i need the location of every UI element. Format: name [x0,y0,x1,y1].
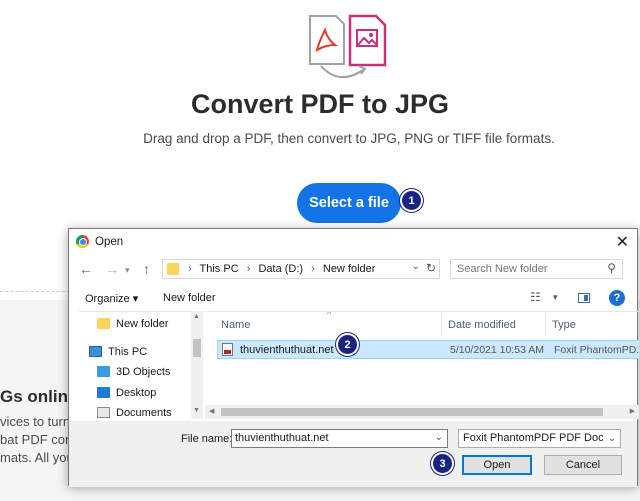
breadcrumb-this-pc[interactable]: This PC [200,263,239,275]
chevron-right-icon: › [246,263,251,275]
scroll-left-icon[interactable]: ◀ [209,407,214,415]
nav-item-desktop[interactable]: Desktop [97,387,156,399]
background-text-line: mats. All you [0,450,74,465]
chevron-down-icon[interactable]: ▾ [553,292,558,303]
folder-icon [97,318,110,329]
nav-item-label: Desktop [116,387,157,399]
chrome-icon [76,235,89,248]
navigation-scrollbar[interactable]: ▲ ▼ [191,311,203,419]
pdf-file-icon [222,343,233,356]
nav-item-new-folder[interactable]: New folder [97,318,169,330]
breadcrumb: › This PC › Data (D:) › New folder [183,263,375,275]
file-type: Foxit PhantomPD... [554,344,639,356]
file-row[interactable]: thuvienthuthuat.net 5/10/2021 10:53 AM F… [217,340,639,359]
cube-icon [97,366,110,377]
computer-icon [89,346,102,357]
step-badge-2: 2 [338,335,357,354]
page-title: Convert PDF to JPG [190,89,450,119]
select-file-button[interactable]: Select a file [297,183,401,223]
organize-menu[interactable]: Organize ▾ [85,292,138,305]
search-placeholder: Search New folder [457,263,548,275]
new-folder-button[interactable]: New folder [163,292,216,304]
search-icon: ⚲ [607,261,616,275]
nav-item-label: New folder [116,318,169,330]
nav-item-label: This PC [108,346,148,358]
file-type-value: Foxit PhantomPDF PDF Docum [463,432,619,444]
open-file-dialog: Open ✕ ← → ▾ ↑ › This PC › Data (D:) › N… [68,228,639,487]
file-type-select[interactable]: Foxit PhantomPDF PDF Docum ⌄ [458,429,621,448]
cancel-button[interactable]: Cancel [544,455,622,475]
close-icon[interactable]: ✕ [616,232,629,252]
search-input[interactable]: Search New folder ⚲ [450,259,623,279]
step-badge-3: 3 [433,454,452,473]
chevron-down-icon[interactable]: ⌄ [412,261,420,272]
step-badge-1: 1 [402,191,421,210]
page-subtitle: Drag and drop a PDF, then convert to JPG… [143,131,555,146]
desktop-icon [97,387,110,398]
nav-item-3d-objects[interactable]: 3D Objects [97,366,170,378]
back-arrow-icon[interactable]: ← [79,261,93,277]
chevron-right-icon: › [188,263,192,275]
preview-pane-icon[interactable] [578,293,590,303]
address-bar[interactable]: › This PC › Data (D:) › New folder ⌄ ↻ [162,259,440,279]
recent-locations-icon[interactable]: ▾ [125,265,130,276]
drop-zone-border [0,291,70,292]
nav-item-label: Documents [116,407,172,419]
nav-item-label: 3D Objects [116,366,171,378]
file-name-value: thuvienthuthuat.net [235,432,329,444]
dialog-footer: File name: thuvienthuthuat.net ⌄ Foxit P… [69,421,637,487]
nav-item-this-pc[interactable]: This PC [89,346,147,358]
chevron-down-icon[interactable]: ⌄ [604,430,620,447]
pdf-to-image-icon [309,14,387,78]
forward-arrow-icon[interactable]: → [105,261,119,277]
navigation-pane: New folder This PC 3D Objects Desktop Do… [79,311,204,420]
file-name-field[interactable]: thuvienthuthuat.net ⌄ [231,429,448,448]
navigation-bar: ← → ▾ ↑ › This PC › Data (D:) › New fold… [69,259,637,281]
document-icon [97,407,110,418]
scroll-down-icon[interactable]: ▼ [193,407,200,414]
folder-icon [167,263,179,275]
breadcrumb-new-folder[interactable]: New folder [323,263,376,275]
background-text-line: bat PDF con [0,432,73,447]
background-heading: Gs online [0,387,78,406]
scroll-right-icon[interactable]: ▶ [630,407,635,415]
view-options-icon[interactable]: ☷ [530,290,541,304]
file-date-modified: 5/10/2021 10:53 AM [450,344,544,356]
scroll-up-icon[interactable]: ▲ [193,313,200,320]
up-arrow-icon[interactable]: ↑ [143,261,150,277]
file-name-label: File name: [181,433,233,445]
file-name: thuvienthuthuat.net [240,344,334,356]
scrollbar-thumb[interactable] [193,339,201,357]
sort-ascending-icon: ^ [327,311,332,319]
column-divider[interactable] [441,312,442,336]
file-list: ^ Name Date modified Type thuvienthuthua… [205,311,639,420]
dialog-toolbar: Organize ▾ New folder ☷ ▾ ? [69,289,637,309]
dialog-titlebar: Open ✕ [69,229,637,255]
scrollbar-thumb[interactable] [221,408,603,416]
chevron-down-icon[interactable]: ⌄ [435,432,443,443]
refresh-icon[interactable]: ↻ [426,261,436,275]
dialog-title: Open [95,236,124,248]
background-text-line: vices to turn [0,414,71,429]
breadcrumb-data-d[interactable]: Data (D:) [258,263,303,275]
chevron-right-icon: › [311,263,315,275]
help-icon[interactable]: ? [609,290,625,306]
open-button[interactable]: Open [462,455,532,475]
column-divider[interactable] [545,312,546,336]
file-list-scrollbar[interactable]: ◀ ▶ [205,405,639,419]
nav-item-documents[interactable]: Documents [97,407,172,419]
